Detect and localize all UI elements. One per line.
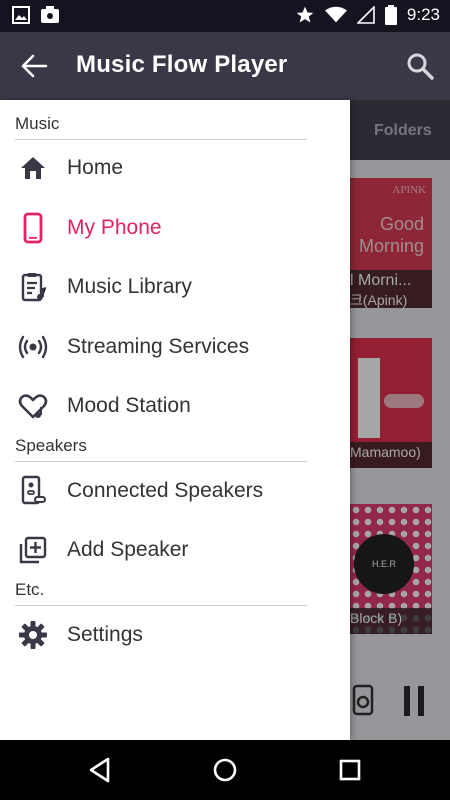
- app-bar: Music Flow Player: [0, 32, 450, 100]
- section-header-music: Music: [15, 114, 307, 140]
- speaker-link-icon: [21, 475, 46, 505]
- drawer-item-mood-station[interactable]: Mood Station: [0, 380, 350, 432]
- drawer-scrim[interactable]: [350, 100, 450, 740]
- drawer-item-label: Connected Speakers: [67, 479, 264, 502]
- drawer-item-label: Mood Station: [67, 394, 191, 417]
- photo-notification-icon: [41, 6, 59, 23]
- music-library-icon: [21, 273, 47, 302]
- phone-icon: [23, 212, 43, 244]
- drawer-item-label: Music Library: [67, 275, 192, 298]
- search-icon[interactable]: [406, 52, 434, 80]
- battery-icon: [384, 5, 397, 25]
- image-notification-icon: [12, 6, 30, 24]
- drawer-item-label: Settings: [67, 623, 143, 646]
- drawer-item-label: Add Speaker: [67, 538, 189, 561]
- drawer-item-music-library[interactable]: Music Library: [0, 261, 350, 313]
- section-header-etc: Etc.: [15, 580, 307, 606]
- cellular-signal-icon: [356, 6, 375, 24]
- nav-back-icon[interactable]: [84, 754, 116, 786]
- app-title: Music Flow Player: [76, 51, 288, 78]
- mood-heart-icon: [18, 394, 48, 419]
- home-icon: [21, 157, 45, 179]
- gear-icon: [19, 621, 47, 649]
- star-icon: [296, 6, 314, 23]
- status-bar: 9:23: [0, 0, 450, 32]
- drawer-item-my-phone[interactable]: My Phone: [0, 202, 350, 254]
- clock: 9:23: [406, 5, 440, 24]
- drawer-item-label: My Phone: [67, 216, 162, 239]
- drawer-item-streaming-services[interactable]: Streaming Services: [0, 321, 350, 373]
- nav-home-icon[interactable]: [209, 754, 241, 786]
- navigation-drawer: Music Home My Phone Music Library Stream…: [0, 100, 350, 740]
- section-header-speakers: Speakers: [15, 436, 307, 462]
- drawer-item-home[interactable]: Home: [0, 142, 350, 194]
- wifi-icon: [324, 6, 347, 23]
- streaming-icon: [18, 335, 48, 359]
- drawer-item-add-speaker[interactable]: Add Speaker: [0, 524, 350, 576]
- drawer-item-settings[interactable]: Settings: [0, 609, 350, 661]
- drawer-item-label: Streaming Services: [67, 335, 250, 358]
- nav-recents-icon[interactable]: [334, 754, 366, 786]
- add-speaker-icon: [19, 536, 47, 564]
- drawer-item-label: Home: [67, 156, 124, 179]
- system-nav-bar: [0, 740, 450, 800]
- back-arrow-icon[interactable]: [20, 52, 48, 80]
- drawer-item-connected-speakers[interactable]: Connected Speakers: [0, 465, 350, 517]
